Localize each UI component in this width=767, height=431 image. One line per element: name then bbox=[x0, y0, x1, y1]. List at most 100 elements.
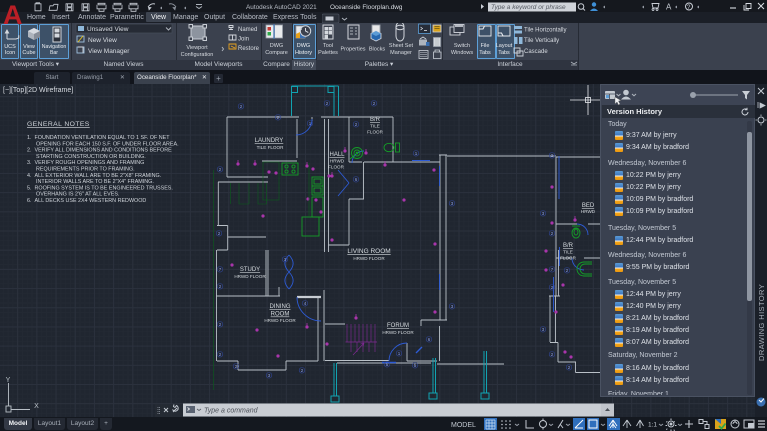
svg-text:3. VERIFY ROUGH OPENINGS AND: 3. VERIFY ROUGH OPENINGS AND FRAMING bbox=[27, 160, 144, 166]
svg-text:2: 2 bbox=[326, 101, 329, 106]
svg-text:LAUNDRY: LAUNDRY bbox=[255, 138, 284, 144]
svg-text:1: 1 bbox=[415, 151, 418, 156]
svg-text:Cascade: Cascade bbox=[524, 49, 548, 55]
svg-text:2: 2 bbox=[219, 352, 222, 357]
svg-text:3: 3 bbox=[451, 201, 454, 206]
svg-text:3: 3 bbox=[268, 373, 271, 378]
svg-text:FLOOR: FLOOR bbox=[560, 256, 577, 261]
svg-text:New View: New View bbox=[88, 37, 117, 44]
svg-text:INTERIOR WALLS ARE TO BE 2"X4": INTERIOR WALLS ARE TO BE 2"X4" FRAMING. bbox=[36, 179, 154, 185]
svg-text:MODEL: MODEL bbox=[451, 422, 476, 429]
svg-text:6. ALL DECKS USE 2X4 WESTERN: 6. ALL DECKS USE 2X4 WESTERN REDWOOD bbox=[27, 198, 146, 204]
svg-text:2: 2 bbox=[355, 122, 358, 127]
svg-text:LIVING ROOM: LIVING ROOM bbox=[347, 248, 390, 255]
svg-text:2: 2 bbox=[568, 365, 571, 370]
svg-text:B/R: B/R bbox=[563, 243, 574, 249]
svg-text:2: 2 bbox=[218, 231, 221, 236]
svg-text:X: X bbox=[34, 403, 39, 410]
svg-text:2: 2 bbox=[373, 101, 376, 106]
svg-text:Viewport: Viewport bbox=[186, 45, 208, 51]
svg-text:2: 2 bbox=[551, 153, 554, 158]
svg-text:FLOOR: FLOOR bbox=[328, 165, 345, 170]
svg-text:Type a command: Type a command bbox=[204, 408, 259, 415]
svg-text:1: 1 bbox=[398, 351, 401, 356]
svg-text:DRAWING HISTORY: DRAWING HISTORY bbox=[757, 284, 766, 361]
svg-text:ROOM: ROOM bbox=[271, 312, 290, 318]
svg-text:OVERHANG IS 2'6" AT ALL EVES.: OVERHANG IS 2'6" AT ALL EVES. bbox=[36, 192, 119, 198]
svg-text:7: 7 bbox=[219, 267, 222, 272]
svg-text:6: 6 bbox=[355, 177, 358, 182]
svg-text:DWG: DWG bbox=[297, 43, 310, 49]
svg-text:FORUM: FORUM bbox=[387, 323, 409, 329]
svg-text:1:1: 1:1 bbox=[648, 422, 657, 429]
svg-text:Manager: Manager bbox=[390, 50, 412, 56]
svg-text:Sheet Set: Sheet Set bbox=[389, 43, 414, 49]
svg-text:REQUIREMENTS PRIOR TO FRAMING.: REQUIREMENTS PRIOR TO FRAMING. bbox=[36, 167, 135, 173]
svg-text:Palettes: Palettes bbox=[318, 50, 338, 56]
svg-text:History: History bbox=[295, 50, 312, 56]
svg-text:STARTING CONSTRUCTION OR BUILD: STARTING CONSTRUCTION OR BUILDING. bbox=[36, 154, 146, 160]
svg-text:OPENING FOR EACH 150 S.F. OF U: OPENING FOR EACH 150 S.F. OF UNDER FLOOR… bbox=[36, 141, 179, 147]
svg-text:A: A bbox=[666, 3, 672, 12]
svg-text:1. FOUNDATION VENTILATION EQU: 1. FOUNDATION VENTILATION EQUAL TO 1 SF.… bbox=[27, 135, 170, 141]
svg-text:2: 2 bbox=[301, 368, 304, 373]
svg-text:Switch: Switch bbox=[454, 43, 470, 49]
svg-text:2: 2 bbox=[551, 231, 554, 236]
svg-text:HRWD FLOOR: HRWD FLOOR bbox=[234, 274, 266, 279]
svg-text:TILE: TILE bbox=[370, 124, 380, 129]
svg-text:HRWD FLOOR: HRWD FLOOR bbox=[353, 256, 385, 261]
svg-text:Oceanside Floorplan.dwg: Oceanside Floorplan.dwg bbox=[330, 4, 403, 11]
svg-text:3: 3 bbox=[542, 327, 545, 332]
svg-text:Compare: Compare bbox=[265, 50, 288, 56]
svg-text:DWG: DWG bbox=[270, 43, 283, 49]
svg-text:Tile Vertically: Tile Vertically bbox=[524, 38, 559, 44]
svg-text:Tile Horizontally: Tile Horizontally bbox=[524, 28, 566, 34]
svg-text:TILE: TILE bbox=[563, 250, 573, 255]
svg-text:STUDY: STUDY bbox=[240, 267, 260, 273]
svg-text:Type a keyword or phrase: Type a keyword or phrase bbox=[491, 4, 566, 11]
svg-text:Windows: Windows bbox=[451, 50, 474, 56]
svg-text:2: 2 bbox=[240, 104, 243, 109]
svg-text:Restore: Restore bbox=[238, 46, 260, 52]
svg-text:5. ROOFING SYSTEM IS TO BE EN: 5. ROOFING SYSTEM IS TO BE ENGINEERED TR… bbox=[27, 185, 173, 191]
svg-text:HALL: HALL bbox=[329, 152, 345, 158]
svg-text:Autodesk AutoCAD 2021: Autodesk AutoCAD 2021 bbox=[246, 4, 317, 11]
svg-text:HRWD FLOOR: HRWD FLOOR bbox=[264, 318, 296, 323]
svg-text:2: 2 bbox=[235, 364, 238, 369]
svg-text:Tabs: Tabs bbox=[479, 50, 491, 56]
svg-text:B/R: B/R bbox=[370, 117, 381, 123]
svg-text:[−][Top][2D Wireframe]: [−][Top][2D Wireframe] bbox=[3, 87, 73, 94]
svg-text:2: 2 bbox=[219, 284, 222, 289]
svg-text:4. ALL EXTERIOR WALL ARE TO B: 4. ALL EXTERIOR WALL ARE TO BE 2"X8" FRA… bbox=[27, 173, 161, 179]
svg-text:2: 2 bbox=[219, 322, 222, 327]
svg-text:Tabs: Tabs bbox=[498, 50, 510, 56]
svg-text:6: 6 bbox=[428, 337, 431, 342]
svg-text:GENERAL NOTES: GENERAL NOTES bbox=[27, 121, 90, 128]
svg-text:2: 2 bbox=[551, 352, 554, 357]
svg-text:Tool: Tool bbox=[323, 43, 333, 49]
svg-text:Layout: Layout bbox=[496, 43, 513, 49]
svg-text:2: 2 bbox=[277, 115, 280, 120]
svg-text:3: 3 bbox=[451, 304, 454, 309]
svg-text:5: 5 bbox=[414, 363, 417, 368]
svg-text:FLOOR: FLOOR bbox=[367, 130, 384, 135]
svg-text:TILE FLOOR: TILE FLOOR bbox=[257, 145, 284, 150]
svg-text:Blocks: Blocks bbox=[369, 47, 385, 53]
svg-text:HRWD FLOOR: HRWD FLOOR bbox=[382, 330, 414, 335]
svg-text:Properties: Properties bbox=[340, 47, 365, 53]
svg-text:File: File bbox=[481, 43, 490, 49]
svg-text:7: 7 bbox=[551, 267, 554, 272]
svg-text:HRWD: HRWD bbox=[330, 159, 345, 164]
svg-text:2: 2 bbox=[566, 268, 569, 273]
svg-text:HRWD: HRWD bbox=[581, 209, 596, 214]
svg-text:Join: Join bbox=[238, 37, 249, 43]
svg-text:A: A bbox=[3, 0, 23, 28]
svg-text:Configuration: Configuration bbox=[181, 52, 214, 58]
svg-text:DINING: DINING bbox=[270, 304, 291, 310]
svg-text:4: 4 bbox=[304, 301, 307, 306]
svg-text:Named: Named bbox=[238, 27, 257, 33]
svg-text:View Manager: View Manager bbox=[88, 48, 130, 55]
svg-text:2: 2 bbox=[219, 167, 222, 172]
svg-text:2. VERIFY ALL DIMENSIONS AND: 2. VERIFY ALL DIMENSIONS AND CONDITIONS … bbox=[27, 148, 172, 154]
svg-text:Unsaved View: Unsaved View bbox=[87, 26, 129, 33]
